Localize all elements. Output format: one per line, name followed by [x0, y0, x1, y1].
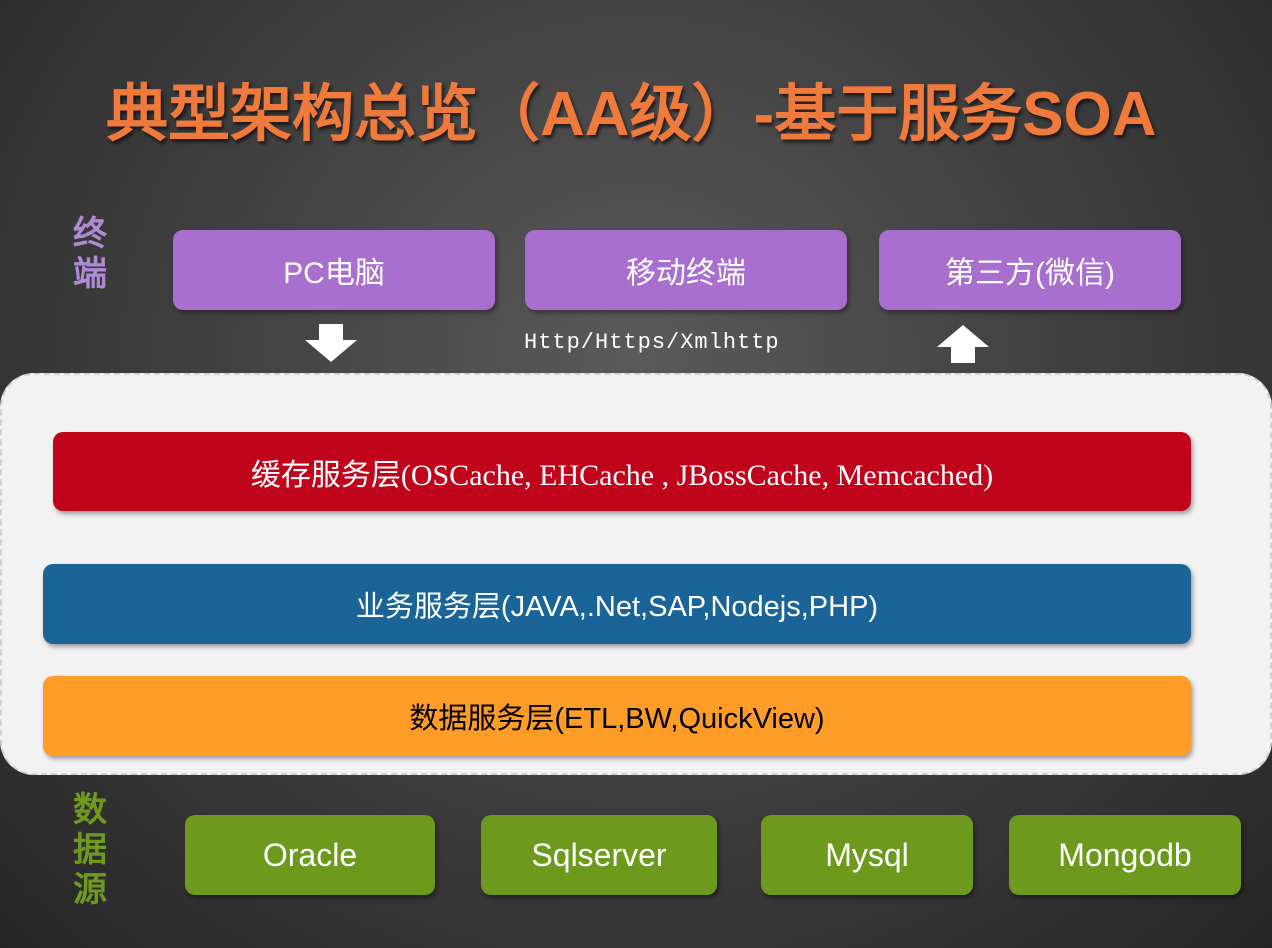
- arrow-down-icon: [305, 324, 357, 362]
- database-mysql: Mysql: [761, 815, 973, 895]
- data-source-label-char: 据: [73, 831, 107, 869]
- data-source-label: 数 据 源: [70, 790, 110, 910]
- terminal-label-char: 终: [73, 215, 107, 253]
- protocol-label: Http/Https/Xmlhttp: [524, 330, 780, 355]
- business-service-layer: 业务服务层(JAVA,.Net,SAP,Nodejs,PHP): [43, 564, 1191, 644]
- database-mongodb: Mongodb: [1009, 815, 1241, 895]
- database-oracle: Oracle: [185, 815, 435, 895]
- terminal-label: 终 端: [70, 214, 110, 294]
- terminal-label-char: 端: [73, 255, 107, 293]
- terminal-pc: PC电脑: [173, 230, 495, 310]
- terminal-mobile: 移动终端: [525, 230, 847, 310]
- page-title: 典型架构总览（AA级）-基于服务SOA: [106, 80, 1157, 149]
- terminal-third-party: 第三方(微信): [879, 230, 1181, 310]
- data-service-layer: 数据服务层(ETL,BW,QuickView): [43, 676, 1191, 756]
- arrow-up-icon: [937, 325, 989, 363]
- data-source-label-char: 数: [73, 791, 107, 829]
- database-sqlserver: Sqlserver: [481, 815, 717, 895]
- data-source-label-char: 源: [73, 871, 107, 909]
- cache-service-layer: 缓存服务层(OSCache, EHCache , JBossCache, Mem…: [53, 432, 1191, 511]
